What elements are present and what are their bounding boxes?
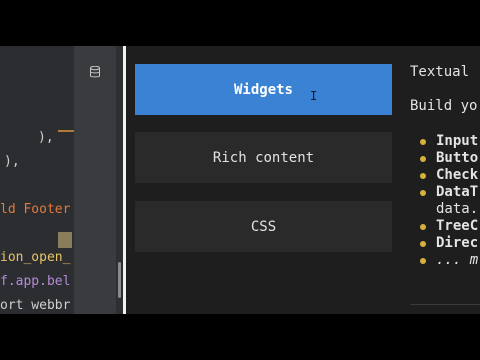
code-line: f.app.bel bbox=[0, 274, 71, 289]
text-cursor-icon: I bbox=[310, 89, 318, 103]
list-item: Check bbox=[436, 167, 479, 183]
bullet-icon bbox=[420, 139, 426, 145]
editor-underline-marker bbox=[58, 130, 74, 132]
bullet-icon bbox=[420, 156, 426, 162]
list-item-continuation: data. bbox=[436, 201, 479, 217]
code-line: ), bbox=[38, 130, 54, 145]
code-line: ort webbr bbox=[0, 298, 71, 313]
letterbox-top bbox=[0, 0, 480, 46]
code-editor[interactable]: ),), ld Footer ion_open_ f.app.bel ort webbr bbox=[0, 46, 74, 314]
database-icon[interactable] bbox=[90, 63, 100, 78]
pane-footer-border bbox=[410, 304, 480, 305]
editor-highlight-marker bbox=[58, 232, 72, 248]
bullet-icon bbox=[420, 190, 426, 196]
nav-button-css[interactable]: CSS bbox=[135, 201, 392, 252]
list-item: Input bbox=[436, 133, 479, 149]
nav-button-rich-content[interactable]: Rich content bbox=[135, 132, 392, 183]
code-line: ld Footer bbox=[0, 202, 71, 217]
bullet-icon bbox=[420, 241, 426, 247]
letterbox-bottom bbox=[0, 314, 480, 360]
editor-scrollbar-thumb[interactable] bbox=[118, 262, 121, 298]
nav-button-widgets[interactable]: Widgets bbox=[135, 64, 392, 115]
list-item: ... m bbox=[436, 252, 479, 268]
list-item: TreeC bbox=[436, 218, 479, 234]
nav-button-label: Rich content bbox=[212, 149, 315, 166]
list-item: Butto bbox=[436, 150, 479, 166]
content-pane: Textual Build yo Input Butto Check DataT… bbox=[410, 46, 480, 314]
textual-app-window: Widgets Rich content CSS I Textual Build… bbox=[126, 46, 480, 314]
editor-gutter bbox=[74, 46, 116, 314]
list-item: Direc bbox=[436, 235, 479, 251]
content-subtitle: Build yo bbox=[410, 98, 478, 114]
list-item: DataT bbox=[436, 184, 479, 200]
nav-button-label: Widgets bbox=[233, 81, 293, 98]
code-line: ion_open_ bbox=[0, 250, 71, 265]
nav-button-label: CSS bbox=[250, 218, 277, 235]
content-title: Textual bbox=[410, 64, 470, 80]
bullet-icon bbox=[420, 258, 426, 264]
code-line: ), bbox=[4, 154, 20, 169]
bullet-icon bbox=[420, 224, 426, 230]
bullet-icon bbox=[420, 173, 426, 179]
